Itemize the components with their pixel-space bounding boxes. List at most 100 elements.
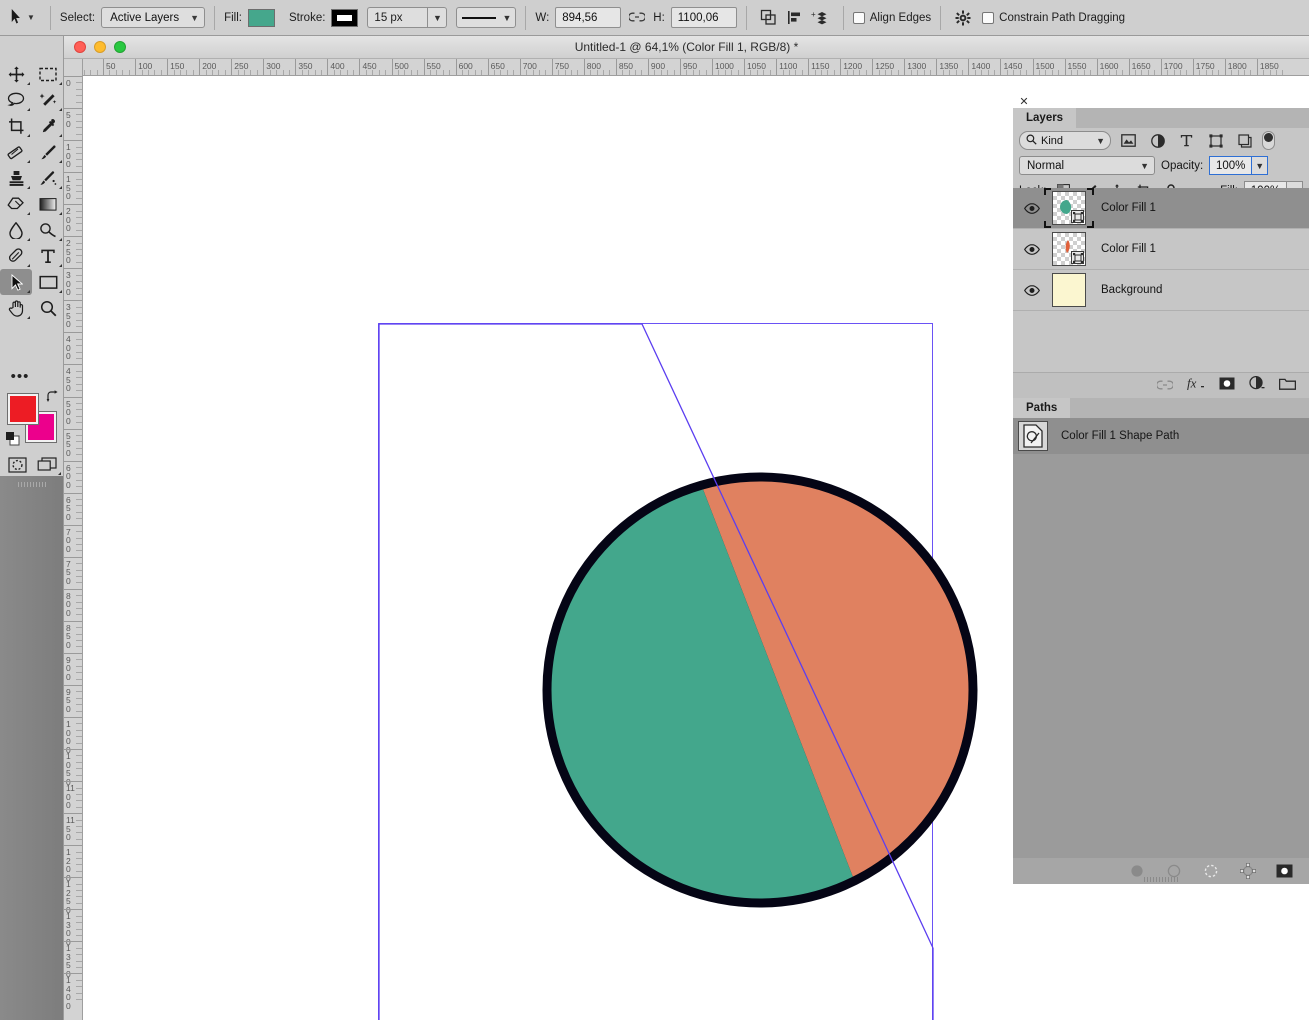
toolbar-grip-handle[interactable] bbox=[18, 482, 46, 487]
vertical-ruler[interactable]: 0 50 100 150 200 250 300 350 400 450 500 550 600 650 7… bbox=[64, 76, 83, 1020]
layer-visibility-toggle[interactable] bbox=[1017, 243, 1047, 255]
height-input[interactable]: 1100,06 bbox=[670, 7, 737, 28]
new-adjustment-layer-icon[interactable] bbox=[1249, 375, 1265, 395]
select-dropdown[interactable]: Active Layers ▼ bbox=[101, 7, 206, 28]
table-row[interactable]: Color Fill 1 bbox=[1013, 229, 1309, 270]
adjustment-filter-icon[interactable] bbox=[1146, 131, 1169, 151]
lasso-tool[interactable] bbox=[0, 87, 32, 113]
tool-more-indicator bbox=[27, 316, 30, 319]
path-operations-icon[interactable] bbox=[756, 6, 782, 30]
quick-mask-icon[interactable] bbox=[2, 454, 32, 476]
zoom-tool[interactable] bbox=[32, 295, 64, 321]
history-brush-tool[interactable] bbox=[32, 165, 64, 191]
more-tools-icon[interactable]: ••• bbox=[4, 366, 36, 386]
document-title-bar[interactable]: Untitled-1 @ 64,1% (Color Fill 1, RGB/8)… bbox=[64, 36, 1309, 59]
height-label: H: bbox=[653, 11, 665, 24]
select-value: Active Layers bbox=[110, 11, 180, 24]
layer-thumbnail[interactable] bbox=[1044, 188, 1094, 228]
layer-style-fx-icon[interactable]: fx bbox=[1187, 376, 1205, 395]
path-arrangement-icon[interactable]: + bbox=[808, 6, 834, 30]
brush-tool[interactable] bbox=[32, 139, 64, 165]
tools-panel: ••• bbox=[0, 36, 64, 1020]
ruler-minor-tick bbox=[76, 915, 82, 917]
layer-visibility-toggle[interactable] bbox=[1017, 284, 1047, 296]
screen-mode-icon[interactable] bbox=[32, 454, 62, 476]
chevron-down-icon[interactable]: ▼ bbox=[27, 13, 35, 22]
hand-tool[interactable] bbox=[0, 295, 32, 321]
stroke-label: Stroke: bbox=[288, 11, 326, 24]
stroke-color-swatch[interactable] bbox=[331, 8, 359, 27]
move-tool[interactable] bbox=[0, 61, 32, 87]
load-path-as-selection-icon[interactable] bbox=[1202, 863, 1219, 880]
type-filter-icon[interactable] bbox=[1175, 131, 1198, 151]
ruler-tick bbox=[64, 300, 82, 302]
layer-visibility-toggle[interactable] bbox=[1017, 202, 1047, 214]
pixel-filter-icon[interactable] bbox=[1117, 131, 1140, 151]
photoshop-window: ▼ Select: Active Layers ▼ Fill: Stroke: … bbox=[0, 0, 1309, 1020]
type-tool[interactable] bbox=[32, 243, 64, 269]
filter-enable-toggle-icon[interactable] bbox=[1262, 131, 1275, 150]
table-row[interactable]: Color Fill 1 bbox=[1013, 188, 1309, 229]
constrain-path-dragging-checkbox[interactable]: Constrain Path Dragging bbox=[982, 11, 1125, 24]
eraser-tool[interactable] bbox=[0, 191, 32, 217]
rectangle-shape-tool[interactable] bbox=[32, 269, 64, 295]
close-icon[interactable]: ✕ bbox=[1017, 94, 1031, 108]
stroke-width-chevron-down-icon[interactable]: ▼ bbox=[427, 7, 448, 28]
new-group-icon[interactable] bbox=[1278, 377, 1297, 395]
layer-thumbnail[interactable] bbox=[1047, 232, 1091, 266]
layer-filter-kind-dropdown[interactable]: Kind ▼ bbox=[1019, 131, 1111, 150]
tab-paths[interactable]: Paths bbox=[1013, 398, 1071, 418]
list-item[interactable]: Color Fill 1 Shape Path bbox=[1013, 418, 1309, 454]
shape-filter-icon[interactable] bbox=[1204, 131, 1227, 151]
fill-color-swatch[interactable] bbox=[247, 8, 275, 27]
tab-layers[interactable]: Layers bbox=[1013, 108, 1077, 128]
path-alignment-icon[interactable] bbox=[782, 6, 808, 30]
add-layer-mask-icon[interactable] bbox=[1219, 377, 1235, 395]
clone-stamp-tool[interactable] bbox=[0, 165, 32, 191]
make-work-path-icon[interactable] bbox=[1239, 863, 1256, 880]
ruler-minor-tick bbox=[76, 633, 82, 635]
ruler-tick bbox=[167, 59, 169, 75]
smart-object-filter-icon[interactable] bbox=[1233, 131, 1256, 151]
add-layer-mask-icon[interactable] bbox=[1276, 863, 1293, 880]
blend-mode-dropdown[interactable]: Normal ▼ bbox=[1019, 156, 1155, 175]
link-layers-icon[interactable] bbox=[1155, 377, 1175, 395]
horizontal-ruler[interactable]: 0501001502002503003504004505005506006507… bbox=[64, 59, 1309, 76]
ruler-label: 200 bbox=[66, 206, 71, 234]
gradient-tool[interactable] bbox=[32, 191, 64, 217]
chevron-down-icon: ▼ bbox=[190, 12, 200, 23]
ruler-minor-tick bbox=[76, 601, 82, 603]
opacity-input[interactable]: 100% bbox=[1209, 156, 1252, 175]
ruler-label: 250 bbox=[66, 238, 71, 266]
magic-wand-tool[interactable] bbox=[32, 87, 64, 113]
blur-tool[interactable] bbox=[0, 217, 32, 243]
foreground-color-swatch[interactable] bbox=[7, 393, 39, 425]
rectangular-marquee-tool[interactable] bbox=[32, 61, 64, 87]
path-selection-tool[interactable] bbox=[0, 269, 32, 295]
gear-icon[interactable] bbox=[950, 6, 976, 30]
swap-arrows-icon[interactable] bbox=[46, 390, 59, 406]
stroke-style-dropdown[interactable]: ▼ bbox=[456, 7, 517, 28]
table-row[interactable]: Background bbox=[1013, 270, 1309, 311]
width-input[interactable]: 894,56 bbox=[555, 7, 622, 28]
ruler-tick bbox=[64, 845, 82, 847]
ruler-minor-tick bbox=[76, 614, 82, 616]
stroke-width-input[interactable]: 15 px bbox=[367, 7, 428, 28]
crop-tool[interactable] bbox=[0, 113, 32, 139]
pen-tool[interactable] bbox=[0, 243, 32, 269]
eyedropper-tool[interactable] bbox=[32, 113, 64, 139]
tool-preset-picker[interactable]: ▼ bbox=[0, 8, 41, 27]
default-colors-icon[interactable] bbox=[6, 432, 20, 446]
fill-path-icon[interactable] bbox=[1128, 863, 1145, 880]
align-edges-checkbox[interactable]: Align Edges bbox=[852, 11, 931, 24]
dodge-tool[interactable] bbox=[32, 217, 64, 243]
healing-brush-tool[interactable] bbox=[0, 139, 32, 165]
layer-thumbnail[interactable] bbox=[1047, 273, 1091, 307]
eye-icon bbox=[1024, 284, 1040, 296]
ruler-minor-tick bbox=[76, 306, 82, 308]
chain-link-icon[interactable] bbox=[628, 10, 647, 25]
opacity-chevron-down-icon[interactable]: ▼ bbox=[1251, 156, 1269, 175]
panel-resize-grip[interactable] bbox=[1144, 877, 1178, 882]
ruler-origin-corner[interactable] bbox=[64, 59, 83, 76]
chevron-down-icon: ▼ bbox=[1096, 135, 1105, 146]
